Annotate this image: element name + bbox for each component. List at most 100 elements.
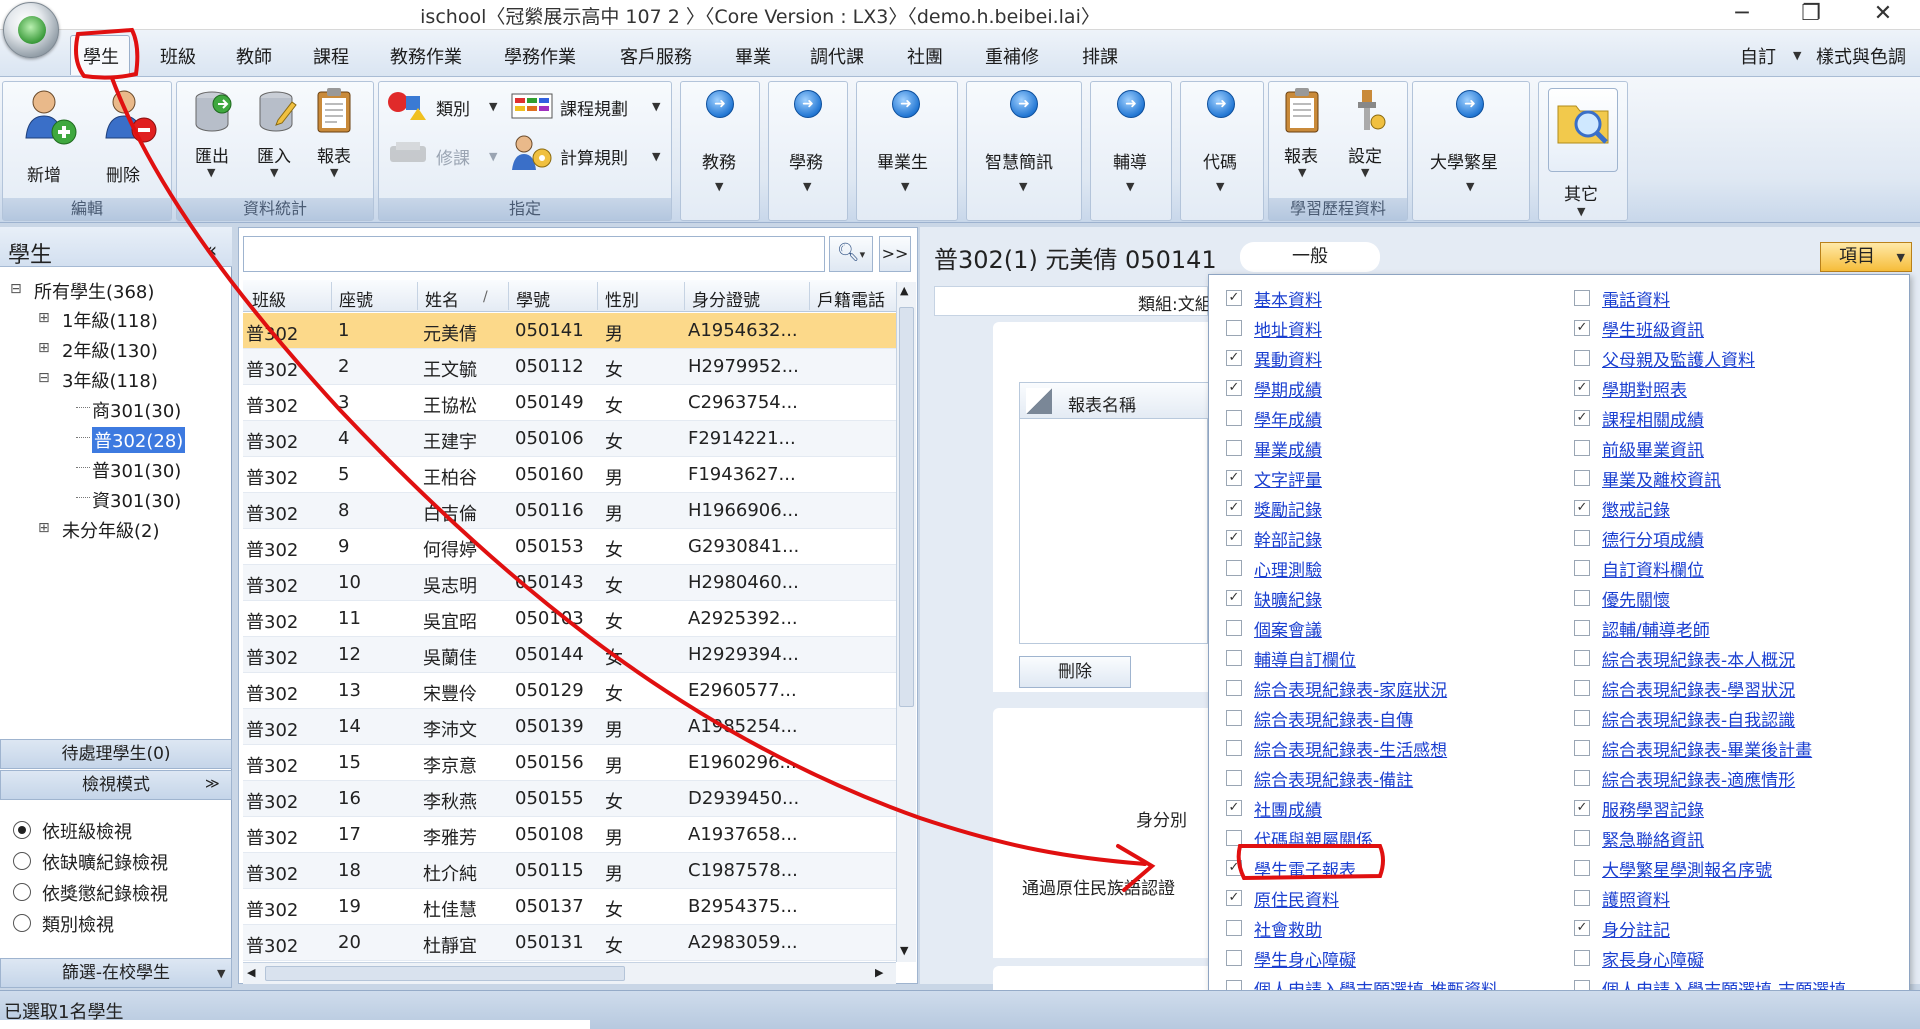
report-delete-button[interactable]: 刪除 [1019, 656, 1131, 688]
menu-tab[interactable]: 教師 [236, 43, 272, 69]
tree-node[interactable]: 普302(28) [92, 427, 186, 453]
item-link[interactable]: 電話資料 [1602, 286, 1670, 311]
item-link[interactable]: 學生電子報表 [1254, 856, 1356, 881]
grid-header-cell[interactable]: 戶籍電話 [817, 286, 885, 311]
item-checkbox[interactable]: ✓ [1574, 800, 1590, 816]
tree-node[interactable]: 1年級(118) [62, 307, 158, 333]
item-checkbox[interactable] [1226, 560, 1242, 576]
hscroll-thumb[interactable] [265, 966, 625, 981]
item-checkbox[interactable] [1574, 560, 1590, 576]
grid-header-cell[interactable]: 座號 [339, 286, 373, 311]
item-checkbox[interactable] [1226, 440, 1242, 456]
item-link[interactable]: 自訂資料欄位 [1602, 556, 1704, 581]
table-row[interactable]: 普302 10 吳志明 050143 女 H2980460... [243, 565, 898, 601]
student-affairs-button[interactable]: 學務 [789, 148, 823, 173]
item-link[interactable]: 社團成績 [1254, 796, 1322, 821]
search-input[interactable] [243, 236, 825, 272]
item-link[interactable]: 代碼與親屬關係 [1254, 826, 1373, 851]
filter-bar[interactable]: 篩選-在校學生 [0, 958, 232, 988]
item-checkbox[interactable]: ✓ [1226, 500, 1242, 516]
item-checkbox[interactable] [1226, 680, 1242, 696]
item-checkbox[interactable]: ✓ [1226, 590, 1242, 606]
item-link[interactable]: 認輔/輔導老師 [1602, 616, 1710, 641]
item-checkbox[interactable] [1226, 770, 1242, 786]
item-checkbox[interactable]: ✓ [1226, 380, 1242, 396]
custom-menu[interactable]: 自訂 [1740, 43, 1776, 69]
table-row[interactable]: 普302 11 吳宜昭 050103 女 A2925392... [243, 601, 898, 637]
item-link[interactable]: 畢業及離校資訊 [1602, 466, 1721, 491]
radio-4[interactable] [13, 914, 31, 932]
item-link[interactable]: 幹部記錄 [1254, 526, 1322, 551]
item-link[interactable]: 綜合表現紀錄表-自傳 [1254, 706, 1413, 731]
table-row[interactable]: 普302 18 杜介純 050115 男 C1987578... [243, 853, 898, 889]
item-checkbox[interactable] [1574, 650, 1590, 666]
item-link[interactable]: 綜合表現紀錄表-本人概況 [1602, 646, 1795, 671]
item-link[interactable]: 綜合表現紀錄表-適應情形 [1602, 766, 1795, 791]
scroll-down-icon[interactable]: ▼ [900, 944, 908, 957]
tab-general[interactable]: 一般 [1240, 242, 1380, 272]
item-link[interactable]: 學期對照表 [1602, 376, 1687, 401]
item-link[interactable]: 原住民資料 [1254, 886, 1339, 911]
export-button[interactable]: 匯出 [195, 142, 229, 167]
item-checkbox[interactable] [1574, 350, 1590, 366]
item-link[interactable]: 服務學習記錄 [1602, 796, 1704, 821]
scroll-thumb[interactable] [899, 307, 914, 707]
tree-toggle-icon[interactable]: ⊞ [38, 520, 50, 536]
item-link[interactable]: 輔導自訂欄位 [1254, 646, 1356, 671]
menu-tab[interactable]: 調代課 [810, 43, 864, 69]
item-link[interactable]: 心理測驗 [1254, 556, 1322, 581]
collapse-button[interactable]: « [205, 238, 217, 262]
item-link[interactable]: 畢業成績 [1254, 436, 1322, 461]
tree-node[interactable]: 普301(30) [92, 457, 181, 483]
item-checkbox[interactable] [1574, 680, 1590, 696]
item-link[interactable]: 文字評量 [1254, 466, 1322, 491]
item-checkbox[interactable] [1574, 950, 1590, 966]
tree-node[interactable]: 2年級(130) [62, 337, 158, 363]
item-link[interactable]: 優先關懷 [1602, 586, 1670, 611]
item-checkbox[interactable] [1574, 890, 1590, 906]
menu-tab[interactable]: 排課 [1082, 43, 1118, 69]
grid-header-cell[interactable]: 班級 [252, 286, 286, 311]
category-button[interactable]: 類別 [436, 95, 470, 120]
item-link[interactable]: 父母親及監護人資料 [1602, 346, 1755, 371]
scroll-left-icon[interactable]: ◀ [247, 966, 255, 979]
univ-button[interactable]: 大學繁星 [1430, 148, 1498, 173]
item-checkbox[interactable] [1574, 860, 1590, 876]
item-checkbox[interactable] [1574, 590, 1590, 606]
item-link[interactable]: 課程相關成績 [1602, 406, 1704, 431]
item-checkbox[interactable] [1226, 920, 1242, 936]
item-link[interactable]: 綜合表現紀錄表-家庭狀況 [1254, 676, 1447, 701]
table-row[interactable]: 普302 15 李京意 050156 男 E1960296... [243, 745, 898, 781]
item-checkbox[interactable] [1574, 830, 1590, 846]
restore-button[interactable]: ❐ [1785, 0, 1837, 30]
item-checkbox[interactable] [1226, 620, 1242, 636]
scroll-right-icon[interactable]: ▶ [875, 966, 883, 979]
menu-tab[interactable]: 課程 [313, 43, 349, 69]
tree-toggle-icon[interactable]: ⊞ [38, 310, 50, 326]
course-plan-button[interactable]: 課程規劃 [560, 95, 628, 120]
item-link[interactable]: 懲戒記錄 [1602, 496, 1670, 521]
tree-node[interactable]: 3年級(118) [62, 367, 158, 393]
item-checkbox[interactable]: ✓ [1226, 800, 1242, 816]
item-checkbox[interactable] [1574, 620, 1590, 636]
item-checkbox[interactable]: ✓ [1574, 410, 1590, 426]
item-link[interactable]: 家長身心障礙 [1602, 946, 1704, 971]
import-button[interactable]: 匯入 [257, 142, 291, 167]
tree-node[interactable]: 資301(30) [92, 487, 181, 513]
tree-node[interactable]: 未分年級(2) [62, 517, 160, 543]
item-checkbox[interactable]: ✓ [1574, 500, 1590, 516]
item-link[interactable]: 地址資料 [1254, 316, 1322, 341]
item-checkbox[interactable] [1574, 290, 1590, 306]
delete-button[interactable]: 刪除 [106, 161, 140, 186]
table-row[interactable]: 普302 12 吳蘭佳 050144 女 H2929394... [243, 637, 898, 673]
items-button[interactable]: 項目 ▼ [1820, 242, 1912, 272]
select-all-corner-icon[interactable] [1026, 388, 1052, 414]
menu-tab[interactable]: 社團 [907, 43, 943, 69]
portfolio-report-button[interactable]: 報表 [1284, 142, 1318, 167]
item-link[interactable]: 身分註記 [1602, 916, 1670, 941]
grid-horizontal-scrollbar[interactable]: ◀ ▶ [243, 962, 896, 984]
item-link[interactable]: 綜合表現紀錄表-自我認識 [1602, 706, 1795, 731]
item-checkbox[interactable] [1226, 320, 1242, 336]
item-link[interactable]: 異動資料 [1254, 346, 1322, 371]
table-row[interactable]: 普302 19 杜佳慧 050137 女 B2954375... [243, 889, 898, 925]
